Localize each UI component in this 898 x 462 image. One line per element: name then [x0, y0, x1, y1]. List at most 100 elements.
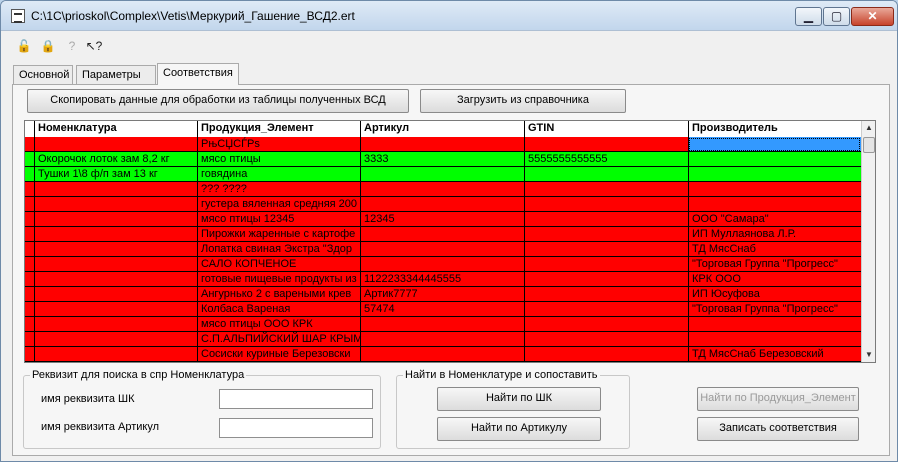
cell-manufacturer[interactable] — [688, 167, 861, 182]
row-marker[interactable] — [25, 332, 34, 347]
minimize-button[interactable]: ▁ — [795, 7, 822, 26]
row-marker[interactable] — [25, 287, 34, 302]
load-from-reference-button[interactable]: Загрузить из справочника — [420, 89, 626, 113]
matches-table[interactable]: Номенклатура Продукция_Элемент Артикул G… — [24, 120, 876, 363]
cell-gtin[interactable] — [524, 287, 688, 302]
cell-article[interactable]: 57474 — [360, 302, 524, 317]
find-by-shk-button[interactable]: Найти по ШК — [437, 387, 601, 411]
row-marker[interactable] — [25, 182, 34, 197]
cell-article[interactable]: 3333 — [360, 152, 524, 167]
cell-nomenclature[interactable] — [34, 302, 197, 317]
column-header-product[interactable]: Продукция_Элемент — [197, 121, 360, 137]
cell-manufacturer[interactable] — [688, 317, 861, 332]
help-icon[interactable]: ? — [63, 37, 81, 55]
cell-manufacturer[interactable]: ООО "Самара" — [688, 212, 861, 227]
scroll-down-icon[interactable]: ▼ — [862, 348, 875, 362]
cell-nomenclature[interactable] — [34, 272, 197, 287]
pointer-help-icon[interactable]: ↖? — [85, 37, 103, 55]
cell-nomenclature[interactable] — [34, 227, 197, 242]
column-header-gtin[interactable]: GTIN — [524, 121, 688, 137]
cell-product[interactable]: густера вяленная средняя 200 — [197, 197, 360, 212]
row-marker[interactable] — [25, 167, 34, 182]
article-attribute-input[interactable] — [219, 418, 373, 438]
table-row[interactable]: густера вяленная средняя 200 — [25, 197, 861, 212]
cell-product[interactable]: Колбаса Вареная — [197, 302, 360, 317]
cell-article[interactable] — [360, 167, 524, 182]
cell-gtin[interactable] — [524, 347, 688, 362]
cell-manufacturer[interactable]: ТД МясСнаб — [688, 242, 861, 257]
cell-product[interactable]: Пирожки жаренные с картофе — [197, 227, 360, 242]
cell-manufacturer[interactable]: "Торговая Группа "Прогресс" — [688, 302, 861, 317]
row-marker[interactable] — [25, 212, 34, 227]
cell-gtin[interactable] — [524, 317, 688, 332]
column-header-manufacturer[interactable]: Производитель — [688, 121, 861, 137]
column-header-nomenclature[interactable]: Номенклатура — [34, 121, 197, 137]
tab-parameters[interactable]: Параметры — [76, 65, 156, 85]
cell-gtin[interactable] — [524, 182, 688, 197]
lock-open-icon[interactable]: 🔓 — [15, 37, 33, 55]
cell-nomenclature[interactable] — [34, 137, 197, 152]
cell-article[interactable] — [360, 332, 524, 347]
table-row[interactable]: готовые пищевые продукты из 1122233344445… — [25, 272, 861, 287]
cell-gtin[interactable] — [524, 212, 688, 227]
tab-matches[interactable]: Соответствия — [157, 63, 239, 85]
row-marker[interactable] — [25, 302, 34, 317]
cell-article[interactable] — [360, 317, 524, 332]
cell-manufacturer[interactable] — [688, 152, 861, 167]
cell-article[interactable] — [360, 242, 524, 257]
cell-nomenclature[interactable] — [34, 197, 197, 212]
shk-attribute-input[interactable] — [219, 389, 373, 409]
cell-nomenclature[interactable] — [34, 287, 197, 302]
table-row[interactable]: Тушки 1\8 ф/п зам 13 кг говядина — [25, 167, 861, 182]
cell-nomenclature[interactable] — [34, 317, 197, 332]
cell-product[interactable]: мясо птицы 12345 — [197, 212, 360, 227]
cell-product[interactable]: Ангурнько 2 с вареными крев — [197, 287, 360, 302]
row-marker[interactable] — [25, 242, 34, 257]
table-row[interactable]: Лопатка свиная Экстра "Здор ТД МясСнаб — [25, 242, 861, 257]
maximize-button[interactable]: ▢ — [823, 7, 850, 26]
cell-product[interactable]: Сосиски куриные Березовски — [197, 347, 360, 362]
table-row[interactable]: Колбаса Вареная 57474 "Торговая Группа "Пр… — [25, 302, 861, 317]
table-row[interactable]: РњСЏСЃРѕ — [25, 137, 861, 152]
close-button[interactable]: ✕ — [851, 7, 894, 26]
cell-nomenclature[interactable] — [34, 347, 197, 362]
table-row[interactable]: мясо птицы ООО КРК — [25, 317, 861, 332]
cell-gtin[interactable] — [524, 302, 688, 317]
table-row[interactable]: ??? ???? — [25, 182, 861, 197]
table-row[interactable]: Сосиски куриные Березовски ТД МясСнаб Бер… — [25, 347, 861, 362]
cell-nomenclature[interactable]: Тушки 1\8 ф/п зам 13 кг — [34, 167, 197, 182]
cell-product[interactable]: РњСЏСЃРѕ — [197, 137, 360, 152]
cell-gtin[interactable] — [524, 227, 688, 242]
cell-product[interactable]: мясо птицы ООО КРК — [197, 317, 360, 332]
title-bar[interactable]: C:\1C\prioskol\Complex\Vetis\Меркурий_Га… — [1, 1, 897, 31]
row-marker[interactable] — [25, 272, 34, 287]
row-marker[interactable] — [25, 347, 34, 362]
cell-nomenclature[interactable] — [34, 257, 197, 272]
cell-article[interactable]: Артик7777 — [360, 287, 524, 302]
find-by-article-button[interactable]: Найти по Артикулу — [437, 417, 601, 441]
find-by-product-button[interactable]: Найти по Продукция_Элемент — [697, 387, 859, 411]
cell-gtin[interactable] — [524, 257, 688, 272]
cell-article[interactable] — [360, 137, 524, 152]
table-row[interactable]: САЛО КОПЧЕНОЕ "Торговая Группа "Прогресс" — [25, 257, 861, 272]
cell-gtin[interactable] — [524, 197, 688, 212]
row-marker[interactable] — [25, 197, 34, 212]
cell-product[interactable]: САЛО КОПЧЕНОЕ — [197, 257, 360, 272]
cell-gtin[interactable] — [524, 137, 688, 152]
cell-product[interactable]: готовые пищевые продукты из — [197, 272, 360, 287]
row-marker[interactable] — [25, 227, 34, 242]
cell-product[interactable]: мясо птицы — [197, 152, 360, 167]
cell-manufacturer[interactable]: ИП Юсуфова — [688, 287, 861, 302]
cell-product[interactable]: говядина — [197, 167, 360, 182]
cell-gtin[interactable] — [524, 242, 688, 257]
cell-article[interactable]: 1122233344445555 — [360, 272, 524, 287]
cell-nomenclature[interactable] — [34, 182, 197, 197]
cell-article[interactable]: 12345 — [360, 212, 524, 227]
scroll-thumb[interactable] — [863, 137, 875, 153]
lock-icon[interactable]: 🔒 — [39, 37, 57, 55]
cell-product[interactable]: С.П.АЛЬПИЙСКИЙ ШАР КРЫМ — [197, 332, 360, 347]
table-row[interactable]: Ангурнько 2 с вареными крев Артик7777 ИП Ю… — [25, 287, 861, 302]
cell-nomenclature[interactable] — [34, 212, 197, 227]
cell-nomenclature[interactable] — [34, 242, 197, 257]
cell-manufacturer[interactable] — [688, 182, 861, 197]
